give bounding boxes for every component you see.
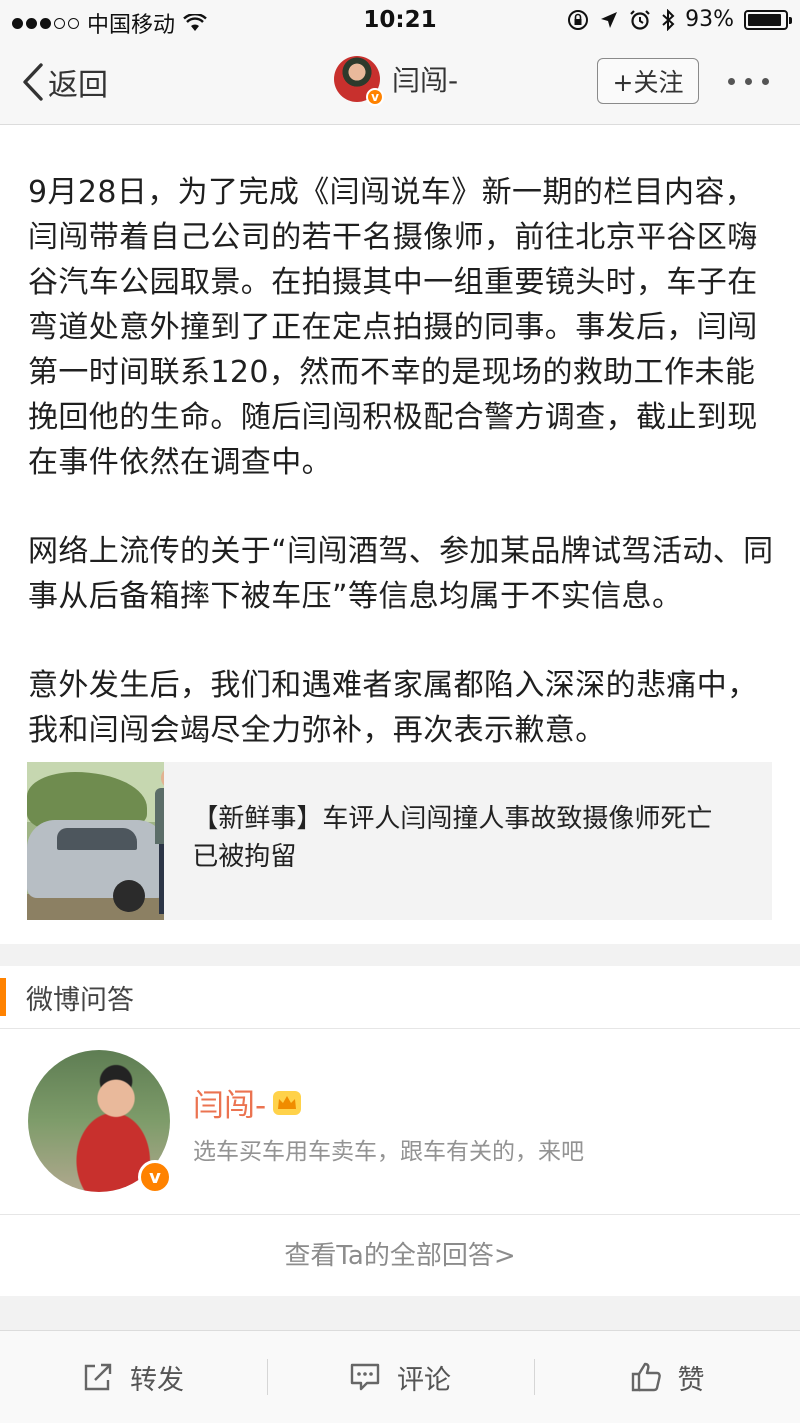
nav-bar: 返回 v 闫闯- +关注 bbox=[0, 40, 800, 125]
repost-button[interactable]: 转发 bbox=[0, 1331, 266, 1423]
avatar[interactable]: v bbox=[334, 56, 384, 106]
lock-rotation-icon bbox=[568, 9, 589, 30]
qa-section-title: 微博问答 bbox=[26, 985, 134, 1016]
verified-badge-icon: v bbox=[138, 1160, 172, 1194]
crown-icon bbox=[273, 1090, 302, 1115]
repost-label: 转发 bbox=[130, 1364, 184, 1396]
article-body: 9月28日，为了完成《闫闯说车》新一期的栏目内容，闫闯带着自己公司的若干名摄像师… bbox=[28, 170, 778, 797]
battery-fill bbox=[748, 13, 781, 26]
qa-user-description: 选车买车用车卖车，跟车有关的，来吧 bbox=[193, 1139, 584, 1165]
battery-icon bbox=[744, 9, 792, 30]
back-label: 返回 bbox=[48, 68, 108, 103]
qa-user-name: 闫闯- bbox=[193, 1080, 302, 1125]
comment-icon bbox=[350, 1363, 380, 1391]
comment-button[interactable]: 评论 bbox=[267, 1331, 533, 1423]
like-label: 赞 bbox=[677, 1364, 705, 1396]
verified-badge-icon: v bbox=[366, 88, 384, 106]
section-divider bbox=[0, 1296, 800, 1330]
comment-label: 评论 bbox=[397, 1364, 451, 1396]
link-card[interactable]: 【新鲜事】车评人闫闯撞人事故致摄像师死亡 已被拘留 bbox=[27, 762, 772, 920]
section-divider bbox=[0, 944, 800, 966]
more-dots-icon[interactable] bbox=[728, 78, 769, 85]
like-icon bbox=[631, 1362, 661, 1392]
article-paragraph: 意外发生后，我们和遇难者家属都陷入深深的悲痛中，我和闫闯会竭尽全力弥补，再次表示… bbox=[28, 668, 758, 748]
view-all-answers-link[interactable]: 查看Ta的全部回答> bbox=[0, 1216, 800, 1296]
nav-user[interactable]: v 闫闯- bbox=[334, 56, 459, 106]
like-button[interactable]: 赞 bbox=[534, 1331, 800, 1423]
qa-user-name-text: 闫闯- bbox=[193, 1088, 267, 1124]
article-paragraph: 网络上流传的关于“闫闯酒驾、参加某品牌试驾活动、同事从后备箱摔下被车压”等信息均… bbox=[28, 534, 774, 614]
article-paragraph: 9月28日，为了完成《闫闯说车》新一期的栏目内容，闫闯带着自己公司的若干名摄像师… bbox=[28, 175, 758, 480]
back-button[interactable]: 返回 bbox=[22, 60, 108, 104]
alarm-icon bbox=[630, 9, 650, 30]
back-chevron-icon bbox=[23, 63, 43, 101]
battery-percent: 93% bbox=[685, 7, 734, 32]
location-arrow-icon bbox=[601, 11, 618, 28]
status-right: 93% bbox=[567, 7, 792, 32]
follow-button[interactable]: +关注 bbox=[597, 58, 699, 104]
bottom-action-bar: 转发 评论 赞 bbox=[0, 1330, 800, 1423]
repost-icon bbox=[84, 1363, 112, 1391]
link-card-title: 【新鲜事】车评人闫闯撞人事故致摄像师死亡 已被拘留 bbox=[192, 804, 713, 872]
bluetooth-icon bbox=[662, 8, 675, 31]
section-accent-bar bbox=[0, 978, 6, 1016]
qa-user-row[interactable]: v 闫闯- 选车买车用车卖车，跟车有关的，来吧 bbox=[0, 1030, 800, 1215]
status-bar: 中国移动 10:21 93% bbox=[0, 0, 800, 40]
link-card-thumbnail bbox=[27, 762, 165, 920]
qa-section-header: 微博问答 bbox=[0, 966, 800, 1029]
nav-user-name: 闫闯- bbox=[392, 64, 459, 97]
